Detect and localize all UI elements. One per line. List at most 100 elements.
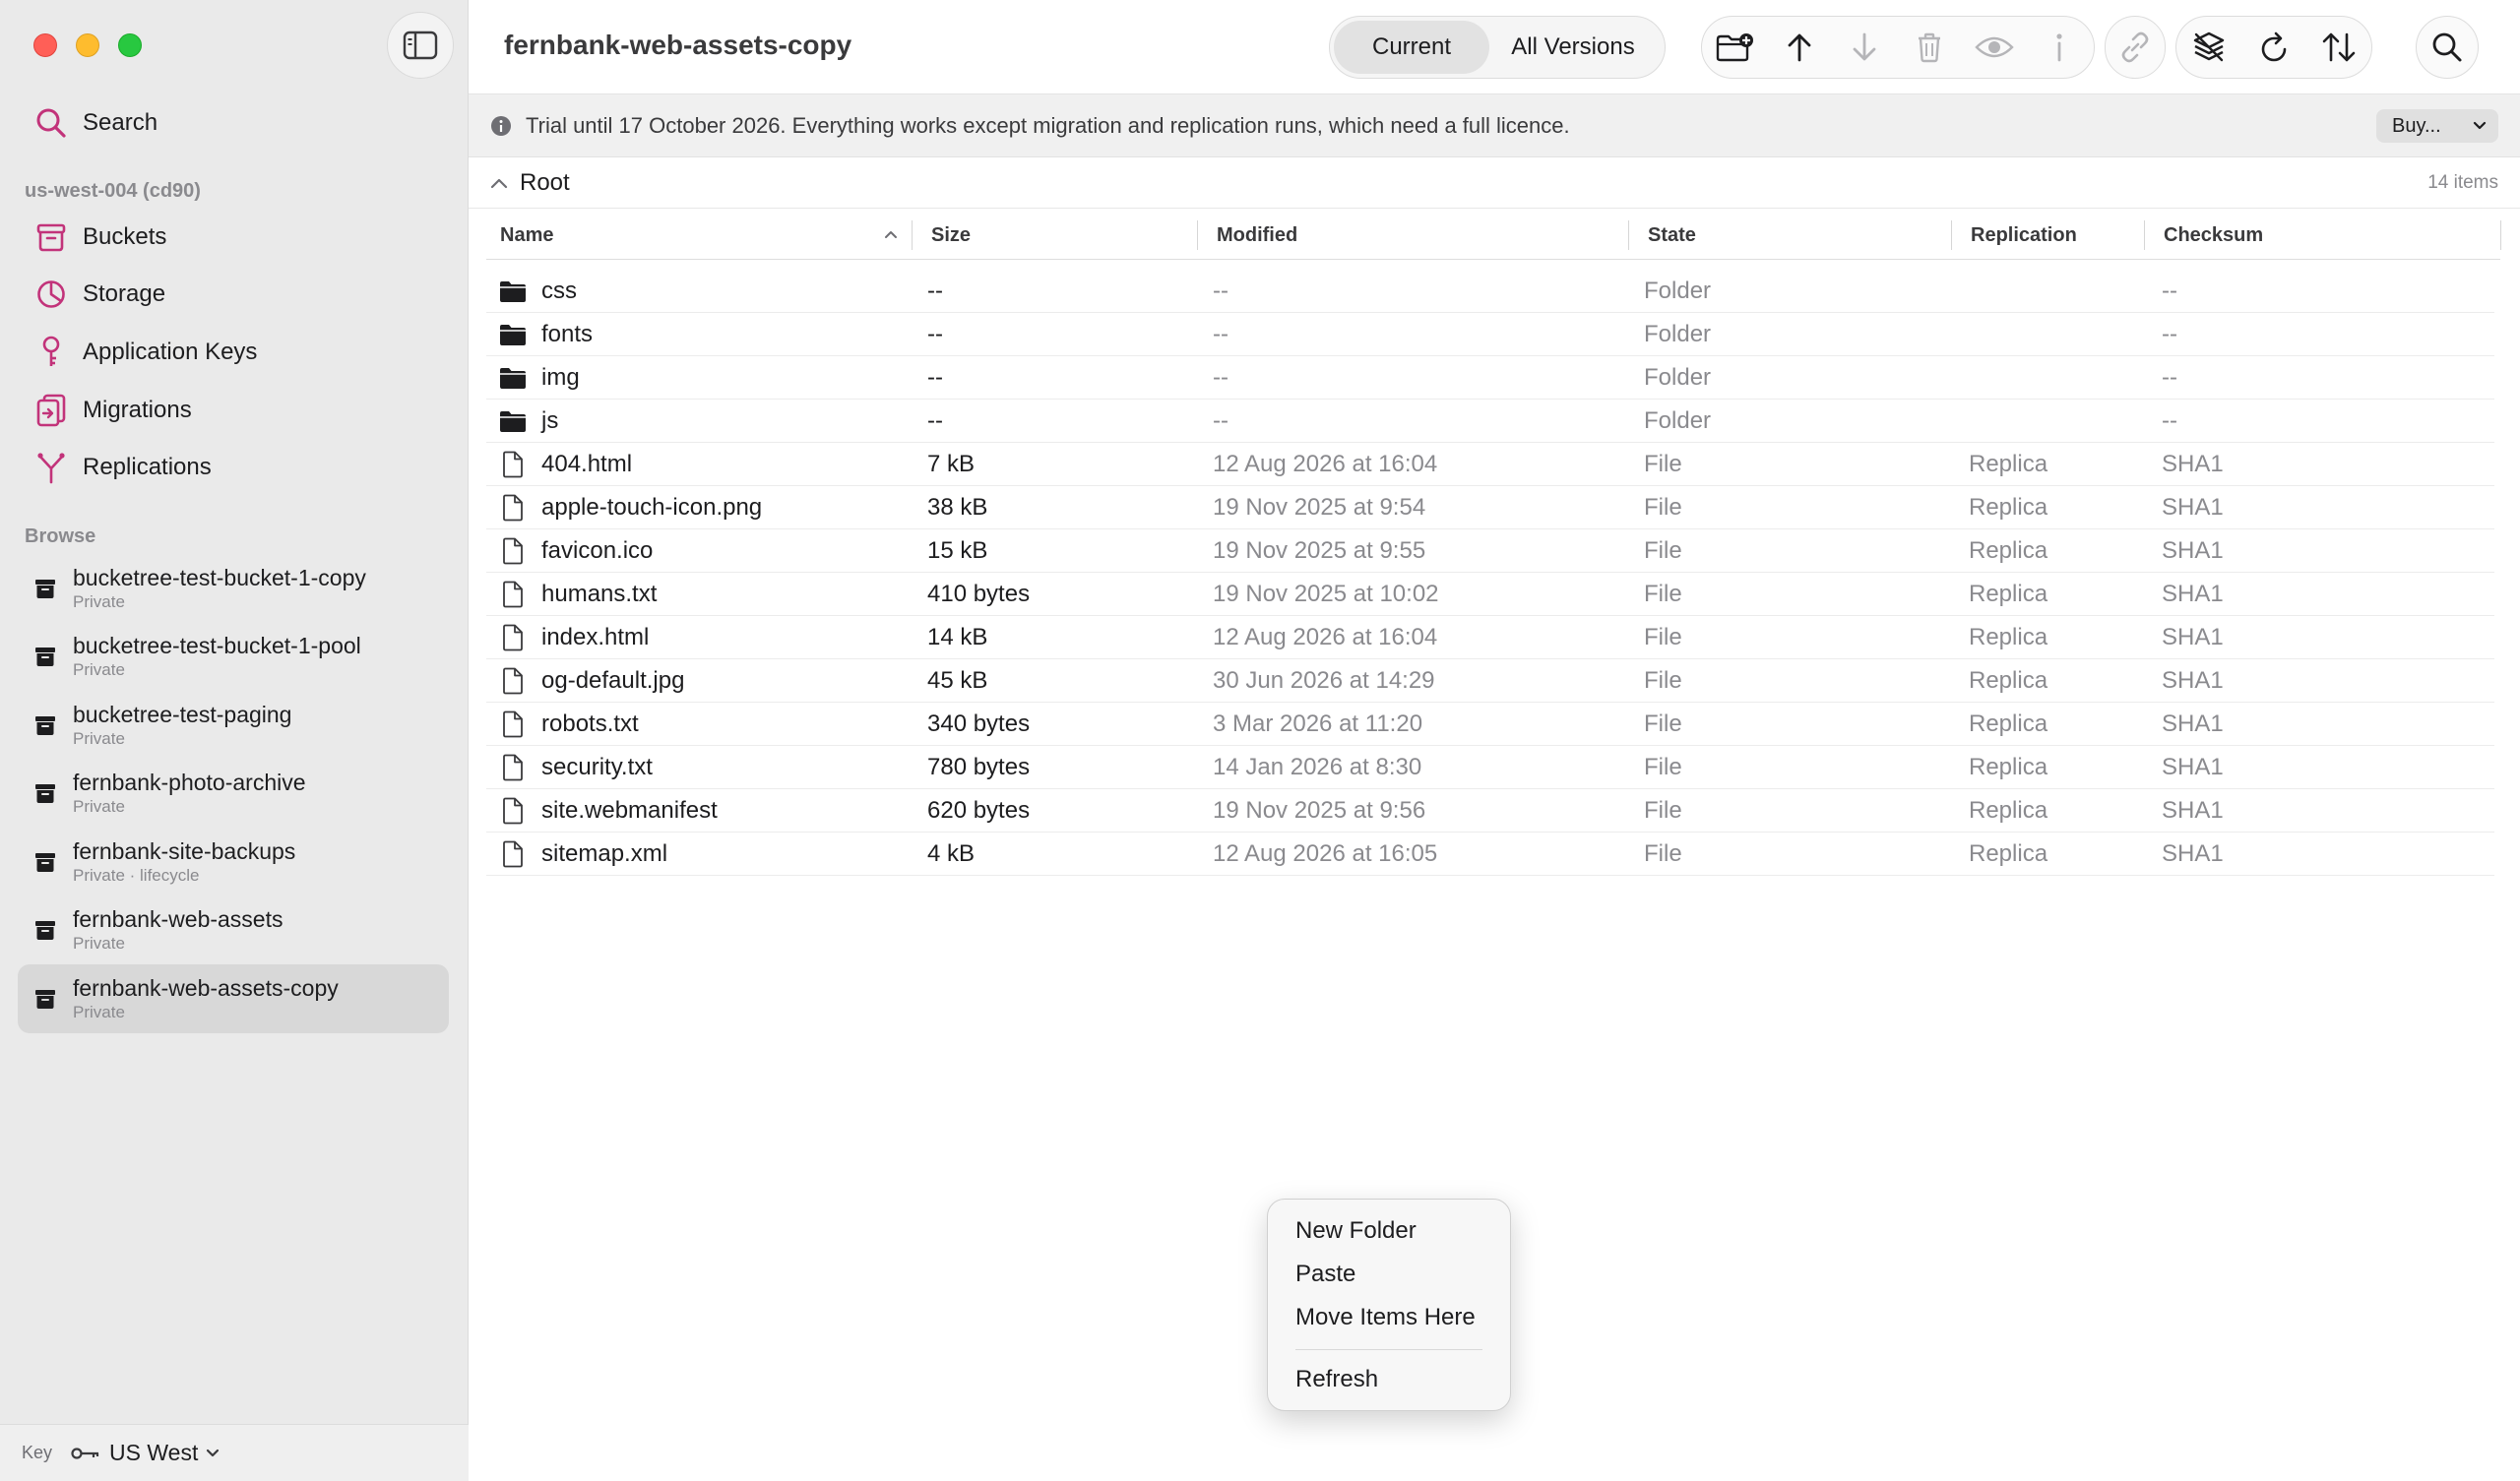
info-button[interactable]: [2027, 16, 2092, 79]
sidebar-bucket-item[interactable]: fernbank-site-backups Private · lifecycle: [18, 828, 449, 896]
table-row[interactable]: favicon.ico 15 kB 19 Nov 2025 at 9:55 File R…: [486, 529, 2494, 573]
cell-replication: Replica: [1969, 839, 2048, 867]
window-controls: [33, 33, 142, 57]
refresh-button[interactable]: [2241, 16, 2306, 79]
versions-layers-button[interactable]: [2176, 16, 2241, 79]
sidebar-item-migrations[interactable]: Migrations: [33, 386, 192, 435]
sort-button[interactable]: [2306, 16, 2371, 79]
sidebar-item-replications[interactable]: Replications: [33, 443, 212, 492]
table-row[interactable]: site.webmanifest 620 bytes 19 Nov 2025 at …: [486, 789, 2494, 833]
sidebar-search[interactable]: Search: [33, 98, 158, 148]
bucket-icon: [18, 850, 73, 874]
chevron-down-icon: [207, 1449, 220, 1456]
file-name: apple-touch-icon.png: [541, 493, 763, 521]
close-window-button[interactable]: [33, 33, 57, 57]
region-selector[interactable]: US West: [70, 1440, 220, 1466]
cell-modified: 19 Nov 2025 at 9:54: [1213, 493, 1426, 521]
cell-name: index.html: [498, 616, 649, 658]
breadcrumb-root[interactable]: Root: [520, 169, 570, 197]
sidebar-bucket-item-selected[interactable]: fernbank-web-assets-copy Private: [18, 964, 449, 1033]
file-icon: [498, 581, 528, 608]
upload-button[interactable]: [1767, 16, 1832, 79]
sidebar-item-storage[interactable]: Storage: [33, 270, 165, 319]
chevron-up-icon[interactable]: [490, 177, 508, 189]
cell-state: Folder: [1644, 320, 1712, 347]
table-row[interactable]: sitemap.xml 4 kB 12 Aug 2026 at 16:05 File R…: [486, 833, 2494, 876]
cell-checksum: --: [2162, 363, 2177, 391]
table-row[interactable]: og-default.jpg 45 kB 30 Jun 2026 at 14:29 F…: [486, 659, 2494, 703]
column-header-replication[interactable]: Replication: [1971, 211, 2077, 260]
sidebar-bucket-item[interactable]: bucketree-test-paging Private: [18, 691, 449, 760]
file-name: og-default.jpg: [541, 666, 685, 694]
cell-replication: Replica: [1969, 536, 2048, 564]
cell-modified: --: [1213, 406, 1228, 434]
download-button[interactable]: [1832, 16, 1897, 79]
toolbar-search-button[interactable]: [2416, 16, 2479, 79]
sort-icon: [2322, 32, 2356, 62]
share-link-button[interactable]: [2105, 16, 2166, 79]
sidebar-item-buckets[interactable]: Buckets: [33, 213, 166, 262]
buy-button[interactable]: Buy...: [2376, 109, 2498, 143]
column-header-label: Modified: [1217, 223, 1298, 246]
file-name: humans.txt: [541, 580, 658, 607]
sidebar-item-label: Storage: [83, 280, 166, 307]
cell-replication: Replica: [1969, 710, 2048, 737]
delete-button[interactable]: [1897, 16, 1962, 79]
file-icon: [498, 494, 528, 522]
table-row[interactable]: robots.txt 340 bytes 3 Mar 2026 at 11:20 Fi…: [486, 703, 2494, 746]
column-header-size[interactable]: Size: [931, 211, 971, 260]
sidebar-bucket-item[interactable]: bucketree-test-bucket-1-copy Private: [18, 554, 449, 623]
segment-current[interactable]: Current: [1334, 21, 1489, 74]
bucket-name: bucketree-test-bucket-1-pool: [73, 633, 361, 658]
column-header-name[interactable]: Name: [500, 211, 553, 260]
table-row[interactable]: apple-touch-icon.png 38 kB 19 Nov 2025 at …: [486, 486, 2494, 529]
table-row[interactable]: security.txt 780 bytes 14 Jan 2026 at 8:30…: [486, 746, 2494, 789]
window-title: fernbank-web-assets-copy: [504, 30, 852, 60]
table-row[interactable]: 404.html 7 kB 12 Aug 2026 at 16:04 File Repl…: [486, 443, 2494, 486]
cell-state: File: [1644, 710, 1682, 737]
table-row[interactable]: img -- -- Folder --: [486, 356, 2494, 400]
table-row[interactable]: index.html 14 kB 12 Aug 2026 at 16:04 File R…: [486, 616, 2494, 659]
refresh-icon: [2261, 31, 2287, 62]
cell-name: fonts: [498, 313, 593, 355]
table-row[interactable]: humans.txt 410 bytes 19 Nov 2025 at 10:02 F…: [486, 573, 2494, 616]
cell-checksum: SHA1: [2162, 710, 2224, 737]
sidebar-bucket-item[interactable]: fernbank-web-assets Private: [18, 895, 449, 964]
table-row[interactable]: js -- -- Folder --: [486, 400, 2494, 443]
region-header: us-west-004 (cd90): [25, 180, 201, 202]
menu-item-move-items-here[interactable]: Move Items Here: [1268, 1296, 1510, 1339]
menu-item-paste[interactable]: Paste: [1268, 1253, 1510, 1296]
file-name: index.html: [541, 623, 650, 650]
cell-modified: 12 Aug 2026 at 16:04: [1213, 450, 1438, 477]
menu-item-refresh[interactable]: Refresh: [1268, 1358, 1510, 1401]
column-header-checksum[interactable]: Checksum: [2164, 211, 2263, 260]
menu-item-new-folder[interactable]: New Folder: [1268, 1209, 1510, 1253]
sidebar-footer: Key US West: [0, 1424, 469, 1481]
sidebar-item-application-keys[interactable]: Application Keys: [33, 328, 257, 377]
table-row[interactable]: fonts -- -- Folder --: [486, 313, 2494, 356]
sidebar-bucket-item[interactable]: bucketree-test-bucket-1-pool Private: [18, 622, 449, 691]
preview-button[interactable]: [1962, 16, 2027, 79]
folder-icon: [498, 279, 528, 303]
toolbar: fernbank-web-assets-copy Current All Ver…: [469, 0, 2520, 94]
minimize-window-button[interactable]: [76, 33, 99, 57]
new-folder-button[interactable]: [1702, 16, 1767, 79]
zoom-window-button[interactable]: [118, 33, 142, 57]
segment-all-versions[interactable]: All Versions: [1489, 21, 1657, 74]
cell-checksum: SHA1: [2162, 536, 2224, 564]
sidebar-toggle-button[interactable]: [387, 12, 454, 79]
context-menu: New Folder Paste Move Items Here Refresh: [1267, 1199, 1511, 1411]
sidebar-bucket-item[interactable]: fernbank-photo-archive Private: [18, 759, 449, 828]
cell-size: 15 kB: [927, 536, 988, 564]
table-row[interactable]: css -- -- Folder --: [486, 270, 2494, 313]
region-selector-label: US West: [109, 1440, 199, 1465]
pie-chart-icon: [33, 277, 69, 312]
cell-size: 7 kB: [927, 450, 976, 477]
column-header-label: Name: [500, 223, 554, 246]
column-header-state[interactable]: State: [1648, 211, 1696, 260]
cell-modified: --: [1213, 320, 1228, 347]
cell-name: 404.html: [498, 443, 632, 485]
cell-state: Folder: [1644, 363, 1712, 391]
file-actions-group: [1701, 16, 2095, 79]
column-header-modified[interactable]: Modified: [1217, 211, 1297, 260]
